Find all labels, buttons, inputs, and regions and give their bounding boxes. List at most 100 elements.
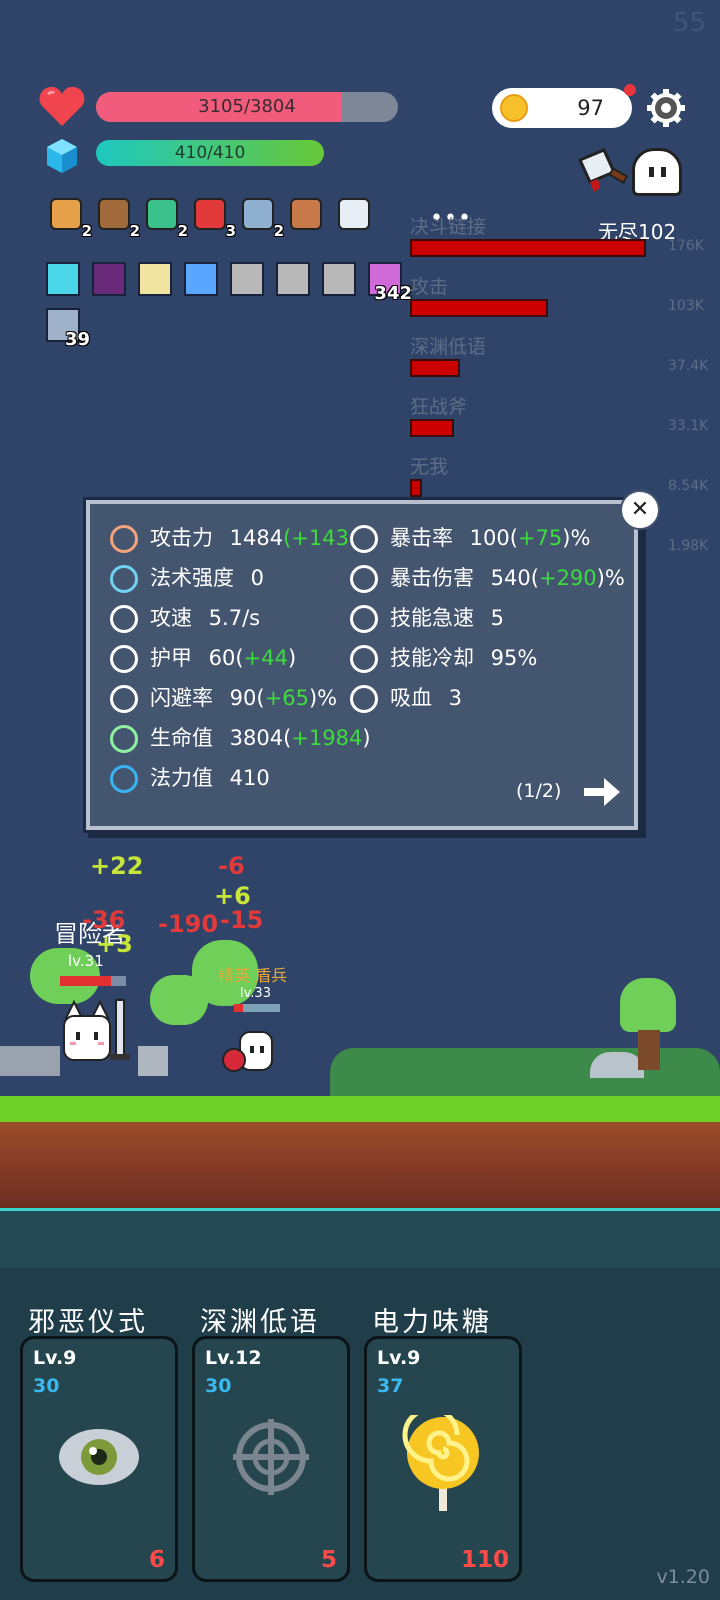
stat-value: 3804 [223, 726, 284, 750]
cleaver-icon[interactable] [574, 146, 628, 200]
stat-bonus-close: ) [562, 526, 571, 550]
damage-value: 33.1K [668, 418, 709, 434]
axe-icon [110, 525, 138, 553]
enemy-level: lv.33 [240, 986, 271, 1001]
dagger-icon[interactable]: 2 [238, 194, 284, 240]
item-count: 2 [129, 222, 140, 240]
coin-counter[interactable]: 97 [492, 88, 632, 128]
tree [620, 978, 676, 1032]
beads-icon[interactable]: 2 [142, 194, 188, 240]
damage-source-name: 狂战斧 [410, 396, 468, 418]
demon-buff-icon[interactable] [92, 262, 126, 296]
light-buff-icon[interactable] [46, 262, 80, 296]
damage-bar [410, 479, 422, 497]
enemy-name: 精英 盾兵 [218, 966, 288, 985]
armor-buff-icon[interactable] [230, 262, 264, 296]
stat-label: 技能冷却 [390, 646, 474, 670]
damage-source-name: 攻击 [410, 276, 449, 298]
buff-count: 342 [374, 283, 412, 304]
damage-value: 8.54K [668, 478, 709, 494]
skill-card[interactable]: Lv.12 30 5 [192, 1336, 350, 1582]
coin-icon [500, 94, 528, 122]
mp-text: 410/410 [174, 143, 246, 163]
haste-icon [350, 605, 378, 633]
slash-buff-icon[interactable]: 39 [46, 308, 90, 350]
stat-value: 90 [223, 686, 257, 710]
stat-bonus-close: ) [596, 566, 605, 590]
damage-row: 决斗链接 176K [410, 212, 710, 257]
crit-icon [350, 525, 378, 553]
stat-bonus-open: ( [256, 686, 265, 710]
target-icon [229, 1415, 313, 1499]
sword-icon[interactable] [334, 194, 374, 234]
crown-buff-icon[interactable]: 342 [368, 262, 412, 304]
dagger-icon-shape [242, 198, 274, 230]
skill-card[interactable]: Lv.9 37 110 [364, 1336, 522, 1582]
hp-bar: 3105/3804 [96, 92, 398, 122]
armor-buff-icon[interactable] [276, 262, 310, 296]
stat-label: 暴击率 [390, 526, 453, 550]
damage-number: -6 [218, 852, 245, 880]
gear-icon[interactable] [646, 88, 686, 128]
stat-bonus-open: ( [530, 566, 539, 590]
crit-damage-icon [350, 565, 378, 593]
skill-mana-cost: 37 [377, 1375, 404, 1397]
stat-bonus: +44 [243, 646, 288, 670]
stat-label: 攻速 [150, 606, 192, 630]
damage-bar [410, 359, 461, 377]
shield-icon[interactable]: 2 [94, 194, 140, 240]
skill-mana-cost: 30 [205, 1375, 232, 1397]
mana-gem-icon [47, 139, 77, 173]
star-buff-icon[interactable] [184, 262, 218, 296]
stat-label: 生命值 [150, 726, 213, 750]
book-icon-shape [50, 198, 82, 230]
enemy-shield-soldier[interactable] [222, 1030, 278, 1076]
damage-value: 37.4K [668, 358, 709, 374]
skill-level: Lv.9 [33, 1347, 77, 1369]
player-cat-character[interactable] [58, 998, 138, 1078]
stat-label: 暴击伤害 [390, 566, 474, 590]
stat-value: 0 [244, 566, 265, 590]
gravestone [138, 1046, 168, 1076]
ghost-icon[interactable] [632, 148, 682, 196]
next-page-arrow-icon[interactable] [584, 776, 622, 808]
crosshair-icon [110, 605, 138, 633]
damage-bar [410, 239, 646, 257]
damage-source-name: 无我 [410, 456, 449, 478]
tree-trunk [638, 1030, 660, 1070]
dirt-layer [0, 1122, 720, 1212]
grass-ground [0, 1096, 720, 1122]
apple-icon-shape [194, 198, 226, 230]
armor-buff-icon[interactable] [322, 262, 356, 296]
skill-title: 深渊低语 [200, 1307, 320, 1338]
damage-source-name: 决斗链接 [410, 216, 487, 238]
damage-value: 176K [668, 238, 704, 254]
apple-icon[interactable]: 3 [190, 194, 236, 240]
stat-right-row: 吸血 3 [350, 682, 462, 713]
stat-bonus: +75 [517, 526, 563, 550]
stat-label: 吸血 [390, 686, 432, 710]
close-icon[interactable]: ✕ [620, 490, 660, 530]
mp-bar: 410/410 [96, 140, 324, 166]
enemy-hp-bar [234, 1004, 280, 1012]
stat-right-row: 暴击伤害 540(+290)% [350, 562, 625, 593]
damage-number: +22 [90, 852, 144, 880]
skill-cost: 6 [148, 1547, 165, 1573]
stat-left-row: 攻击力 1484(+143 [110, 522, 349, 553]
book-icon[interactable]: 2 [46, 194, 92, 240]
stat-left-row: 法术强度 0 [110, 562, 264, 593]
skill-level: Lv.9 [377, 1347, 421, 1369]
stat-value: 5 [484, 606, 505, 630]
burst-buff-icon[interactable] [138, 262, 172, 296]
skill-card[interactable]: Lv.9 30 6 [20, 1336, 178, 1582]
damage-number: -15 [220, 906, 264, 934]
damage-source-name: 深渊低语 [410, 336, 487, 358]
stat-value: 410 [223, 766, 270, 790]
stat-value: 3 [442, 686, 463, 710]
skill-cost: 110 [460, 1547, 509, 1573]
potion-icon[interactable] [286, 194, 326, 234]
damage-row: 狂战斧 33.1K [410, 392, 710, 437]
damage-bar [410, 299, 549, 317]
stat-bonus: +1984 [291, 726, 363, 750]
item-count: 3 [225, 222, 236, 240]
